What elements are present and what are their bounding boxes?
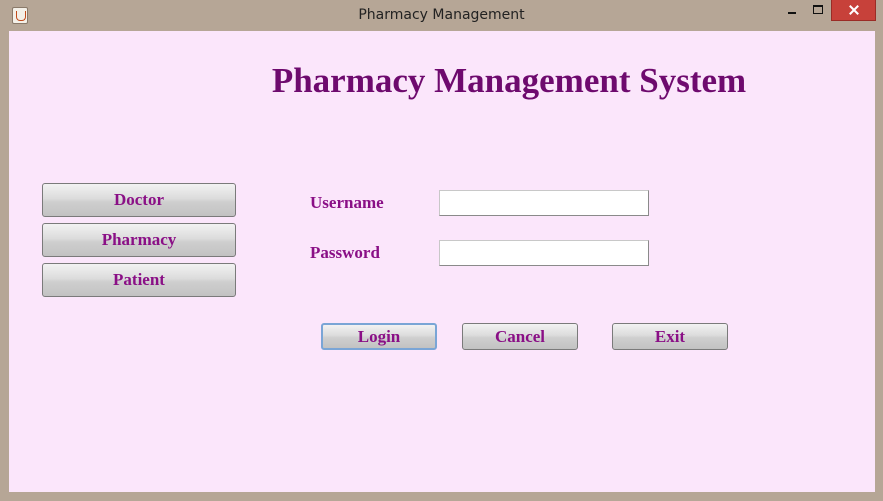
- login-button[interactable]: Login: [321, 323, 437, 350]
- maximize-icon[interactable]: [806, 0, 830, 21]
- cancel-button[interactable]: Cancel: [462, 323, 578, 350]
- username-label: Username: [310, 193, 384, 212]
- patient-button[interactable]: Patient: [42, 263, 236, 297]
- password-label: Password: [310, 243, 380, 262]
- pharmacy-button[interactable]: Pharmacy: [42, 223, 236, 257]
- username-input[interactable]: [439, 190, 649, 216]
- title-bar[interactable]: Pharmacy Management: [0, 0, 883, 31]
- close-icon[interactable]: [831, 0, 876, 21]
- doctor-button[interactable]: Doctor: [42, 183, 236, 217]
- app-window: Pharmacy Management Pharmacy Management …: [0, 0, 883, 501]
- password-input[interactable]: [439, 240, 649, 266]
- exit-button[interactable]: Exit: [612, 323, 728, 350]
- content-panel: Pharmacy Management System Doctor Pharma…: [9, 31, 875, 492]
- page-title: Pharmacy Management System: [271, 61, 747, 100]
- minimize-icon[interactable]: [780, 0, 804, 21]
- window-title: Pharmacy Management: [358, 7, 525, 23]
